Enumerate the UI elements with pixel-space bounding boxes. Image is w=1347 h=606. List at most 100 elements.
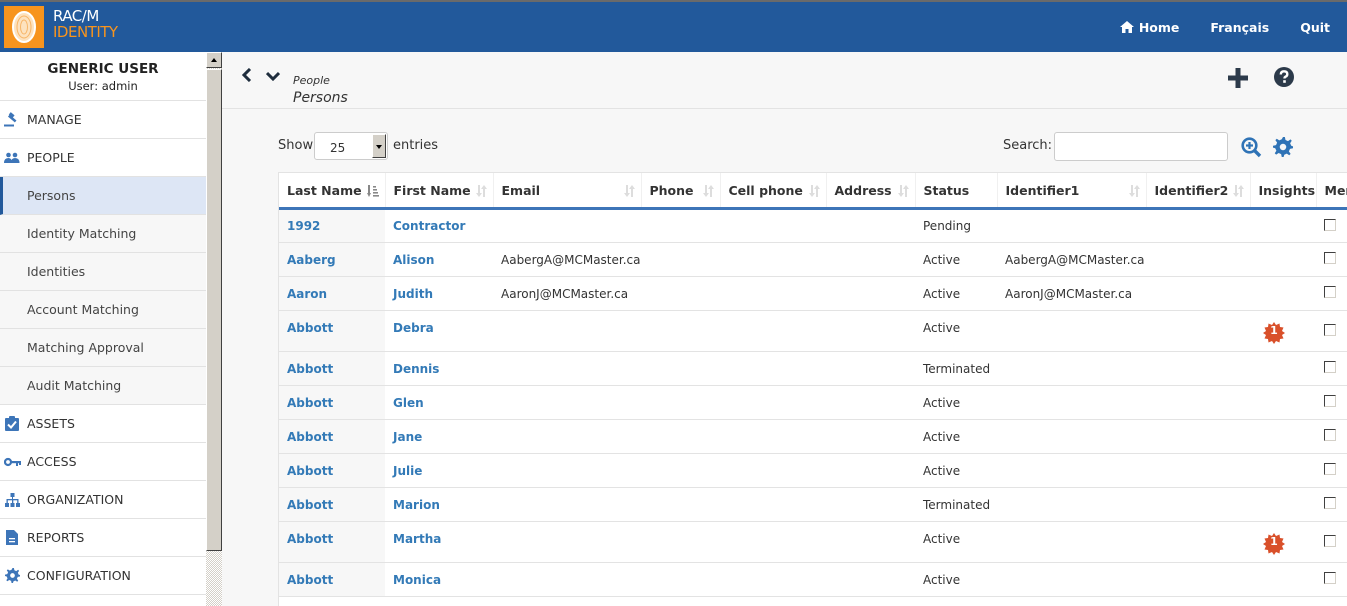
last-name-cell[interactable]: Aaberg: [279, 242, 385, 277]
merge-checkbox[interactable]: [1324, 497, 1336, 509]
merge-cell: [1316, 521, 1347, 563]
merge-checkbox[interactable]: [1324, 429, 1336, 441]
sort-both-icon[interactable]: [1232, 185, 1244, 200]
column-header-last-name[interactable]: Last Name: [279, 172, 385, 210]
sort-ascending-icon[interactable]: [366, 185, 379, 200]
first-name-cell[interactable]: Martha: [385, 521, 493, 563]
merge-checkbox[interactable]: [1324, 572, 1336, 584]
table-row[interactable]: Abbott Glen Active: [279, 385, 1347, 420]
table-row[interactable]: Abbott Monica Active: [279, 562, 1347, 597]
sidebar-item-reports[interactable]: REPORTS: [0, 519, 206, 557]
sidebar-subitem-audit-matching[interactable]: Audit Matching: [0, 367, 206, 405]
back-chevron-icon[interactable]: [241, 67, 252, 86]
cell-phone-cell: [720, 385, 826, 420]
sidebar-subitem-matching-approval[interactable]: Matching Approval: [0, 329, 206, 367]
first-name-cell[interactable]: Monica: [385, 562, 493, 597]
first-name-cell[interactable]: Judith: [385, 276, 493, 311]
last-name-cell[interactable]: Abbott: [279, 453, 385, 488]
merge-checkbox[interactable]: [1324, 361, 1336, 373]
logo-line2: IDENTITY: [53, 23, 118, 41]
table-settings-button[interactable]: [1273, 137, 1293, 161]
last-name-cell[interactable]: Abbott: [279, 487, 385, 522]
first-name-cell[interactable]: Contractor: [385, 208, 493, 243]
sidebar-item-label: ORGANIZATION: [27, 492, 124, 507]
merge-checkbox[interactable]: [1324, 463, 1336, 475]
merge-checkbox[interactable]: [1324, 252, 1336, 264]
sidebar-subitem-persons[interactable]: Persons: [0, 177, 206, 215]
insight-badge-icon[interactable]: 1: [1263, 533, 1285, 555]
sidebar-subitem-identity-matching[interactable]: Identity Matching: [0, 215, 206, 253]
sidebar-item-organization[interactable]: ORGANIZATION: [0, 481, 206, 519]
sidebar-item-manage[interactable]: MANAGE: [0, 101, 206, 139]
fingerprint-logo-icon[interactable]: [4, 6, 44, 48]
first-name-cell[interactable]: Marion: [385, 487, 493, 522]
dropdown-arrow-icon[interactable]: [372, 134, 386, 158]
merge-checkbox[interactable]: [1324, 286, 1336, 298]
last-name-cell[interactable]: Abbott: [279, 310, 385, 352]
table-row[interactable]: Abbott Martha Active 1: [279, 521, 1347, 563]
sidebar-subitem-account-matching[interactable]: Account Matching: [0, 291, 206, 329]
identifier2-cell: [1146, 351, 1250, 386]
merge-checkbox[interactable]: [1324, 323, 1336, 336]
sort-both-icon[interactable]: [1128, 185, 1140, 200]
first-name-cell[interactable]: Debra: [385, 310, 493, 352]
sort-both-icon[interactable]: [808, 185, 820, 200]
home-link[interactable]: Home: [1119, 20, 1179, 35]
sort-both-icon[interactable]: [897, 185, 909, 200]
breadcrumb-parent[interactable]: People: [293, 74, 330, 87]
sidebar-item-assets[interactable]: ASSETS: [0, 405, 206, 443]
table-row[interactable]: Abbott Marion Terminated: [279, 487, 1347, 522]
last-name-cell[interactable]: Abbott: [279, 351, 385, 386]
column-header-cell-phone[interactable]: Cell phone: [719, 172, 826, 210]
last-name-cell[interactable]: Aaron: [279, 276, 385, 311]
table-row[interactable]: Abbott Debra Active 1: [279, 310, 1347, 352]
column-header-merge: Merge: [1315, 172, 1347, 210]
last-name-cell[interactable]: Abbott: [279, 521, 385, 563]
phone-cell: [641, 310, 720, 352]
sidebar-subitem-identities[interactable]: Identities: [0, 253, 206, 291]
language-link[interactable]: Français: [1210, 20, 1269, 35]
page-size-select[interactable]: 25: [314, 132, 388, 160]
sidebar-scrollbar[interactable]: [206, 52, 222, 606]
column-header-identifier1[interactable]: Identifier1: [996, 172, 1146, 210]
column-header-address[interactable]: Address: [825, 172, 915, 210]
table-row[interactable]: Aaberg Alison AabergA@MCMaster.ca Active Aab…: [279, 242, 1347, 277]
sort-both-icon[interactable]: [475, 185, 487, 200]
merge-checkbox[interactable]: [1324, 534, 1336, 547]
column-header-first-name[interactable]: First Name: [384, 172, 493, 210]
sidebar-item-people[interactable]: PEOPLE: [0, 139, 206, 177]
scroll-thumb[interactable]: [206, 69, 222, 551]
last-name-cell[interactable]: 1992: [279, 208, 385, 243]
sort-both-icon[interactable]: [702, 185, 714, 200]
sidebar-item-configuration[interactable]: CONFIGURATION: [0, 557, 206, 595]
add-person-button[interactable]: [1228, 68, 1248, 92]
last-name-cell[interactable]: Abbott: [279, 385, 385, 420]
sidebar-item-access[interactable]: ACCESS: [0, 443, 206, 481]
scroll-up-button[interactable]: [206, 52, 222, 68]
table-row[interactable]: 1992 Contractor Pending: [279, 208, 1347, 243]
table-row[interactable]: Aaron Judith AaronJ@MCMaster.ca Active Aaron…: [279, 276, 1347, 311]
first-name-cell[interactable]: Alison: [385, 242, 493, 277]
column-header-phone[interactable]: Phone: [640, 172, 720, 210]
sort-both-icon[interactable]: [623, 185, 635, 200]
first-name-cell[interactable]: Glen: [385, 385, 493, 420]
column-header-identifier2[interactable]: Identifier2: [1145, 172, 1250, 210]
search-input[interactable]: [1054, 132, 1228, 161]
last-name-cell[interactable]: Abbott: [279, 419, 385, 454]
gavel-icon: [3, 112, 21, 128]
first-name-cell[interactable]: Dennis: [385, 351, 493, 386]
table-row[interactable]: Abbott Dennis Terminated: [279, 351, 1347, 386]
table-row[interactable]: Abbott Julie Active: [279, 453, 1347, 488]
quit-link[interactable]: Quit: [1300, 20, 1330, 35]
advanced-search-button[interactable]: [1241, 137, 1262, 162]
help-button[interactable]: [1274, 67, 1294, 91]
table-row[interactable]: Abbott Jane Active: [279, 419, 1347, 454]
merge-checkbox[interactable]: [1324, 395, 1336, 407]
chevron-down-icon[interactable]: [265, 70, 281, 85]
last-name-cell[interactable]: Abbott: [279, 562, 385, 597]
column-header-email[interactable]: Email: [492, 172, 641, 210]
first-name-cell[interactable]: Jane: [385, 419, 493, 454]
first-name-cell[interactable]: Julie: [385, 453, 493, 488]
insight-badge-icon[interactable]: 1: [1263, 322, 1285, 344]
merge-checkbox[interactable]: [1324, 218, 1336, 231]
